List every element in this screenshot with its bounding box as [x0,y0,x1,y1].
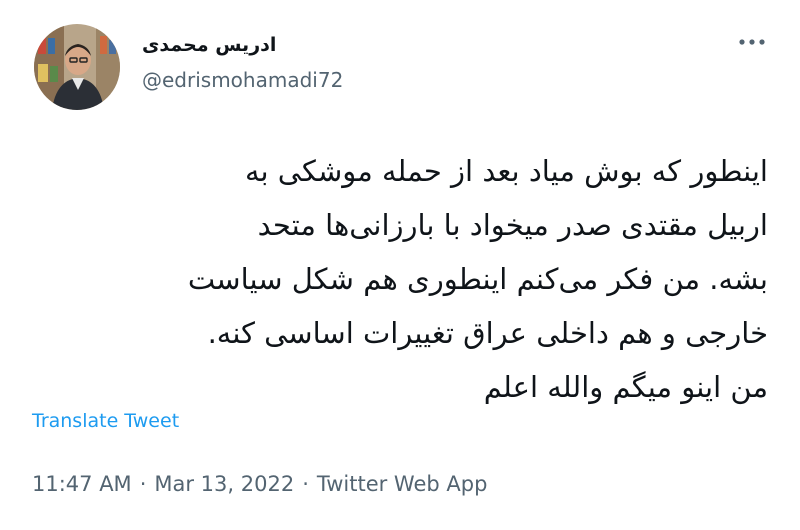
avatar-photo [34,24,120,110]
tweet-time[interactable]: 11:47 AM [32,472,132,496]
meta-separator: · [139,472,147,496]
more-options-button[interactable] [732,30,772,54]
tweet-meta: 11:47 AM · Mar 13, 2022 · Twitter Web Ap… [32,472,487,496]
avatar[interactable] [34,24,120,110]
tweet-source[interactable]: Twitter Web App [317,472,488,496]
tweet-text: اینطور که بوش میاد بعد از حمله موشکی به … [187,154,768,404]
tweet-date[interactable]: Mar 13, 2022 [154,472,294,496]
author-handle[interactable]: @edrismohamadi72 [142,68,343,92]
more-dots-icon [739,39,765,45]
translate-tweet-link[interactable]: Translate Tweet [32,410,179,432]
meta-separator: · [302,472,309,496]
author-display-name[interactable]: ادریس محمدی [142,34,276,56]
